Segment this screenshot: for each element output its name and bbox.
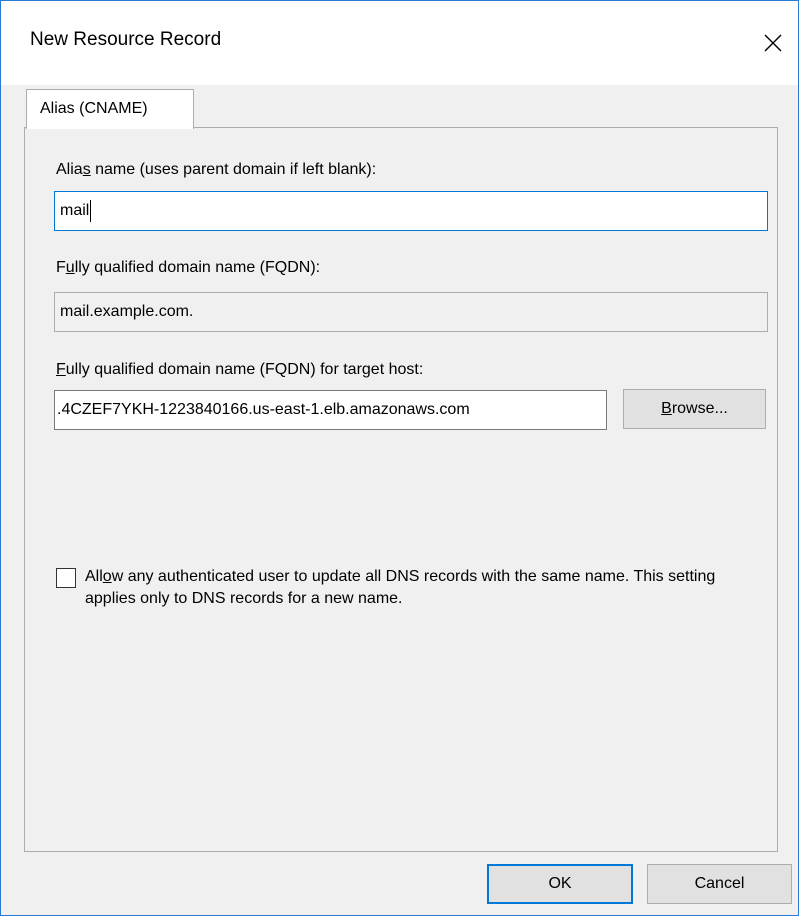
- close-icon: [764, 34, 782, 52]
- fqdn-label: Fully qualified domain name (FQDN):: [56, 259, 321, 276]
- allow-update-label[interactable]: Allow any authenticated user to update a…: [85, 566, 765, 610]
- browse-button[interactable]: Browse...: [623, 389, 766, 429]
- ok-button[interactable]: OK: [487, 864, 633, 904]
- allow-update-checkbox[interactable]: [56, 568, 76, 588]
- fqdn-field: mail.example.com.: [54, 292, 768, 332]
- tab-alias-cname[interactable]: Alias (CNAME): [26, 89, 194, 129]
- dialog-window: New Resource Record Alias (CNAME) Alias …: [0, 0, 799, 916]
- close-button[interactable]: [748, 23, 798, 63]
- cancel-button[interactable]: Cancel: [647, 864, 792, 904]
- tab-panel: [24, 127, 778, 852]
- target-host-input[interactable]: .4CZEF7YKH-1223840166.us-east-1.elb.amaz…: [54, 390, 607, 430]
- tab-label: Alias (CNAME): [40, 100, 148, 117]
- alias-name-label: Alias name (uses parent domain if left b…: [56, 161, 377, 178]
- dialog-title: New Resource Record: [30, 29, 222, 50]
- alias-name-input[interactable]: mail: [54, 191, 768, 231]
- text-caret: [90, 199, 92, 222]
- target-host-label: Fully qualified domain name (FQDN) for t…: [56, 361, 424, 378]
- title-bar[interactable]: New Resource Record: [1, 1, 798, 85]
